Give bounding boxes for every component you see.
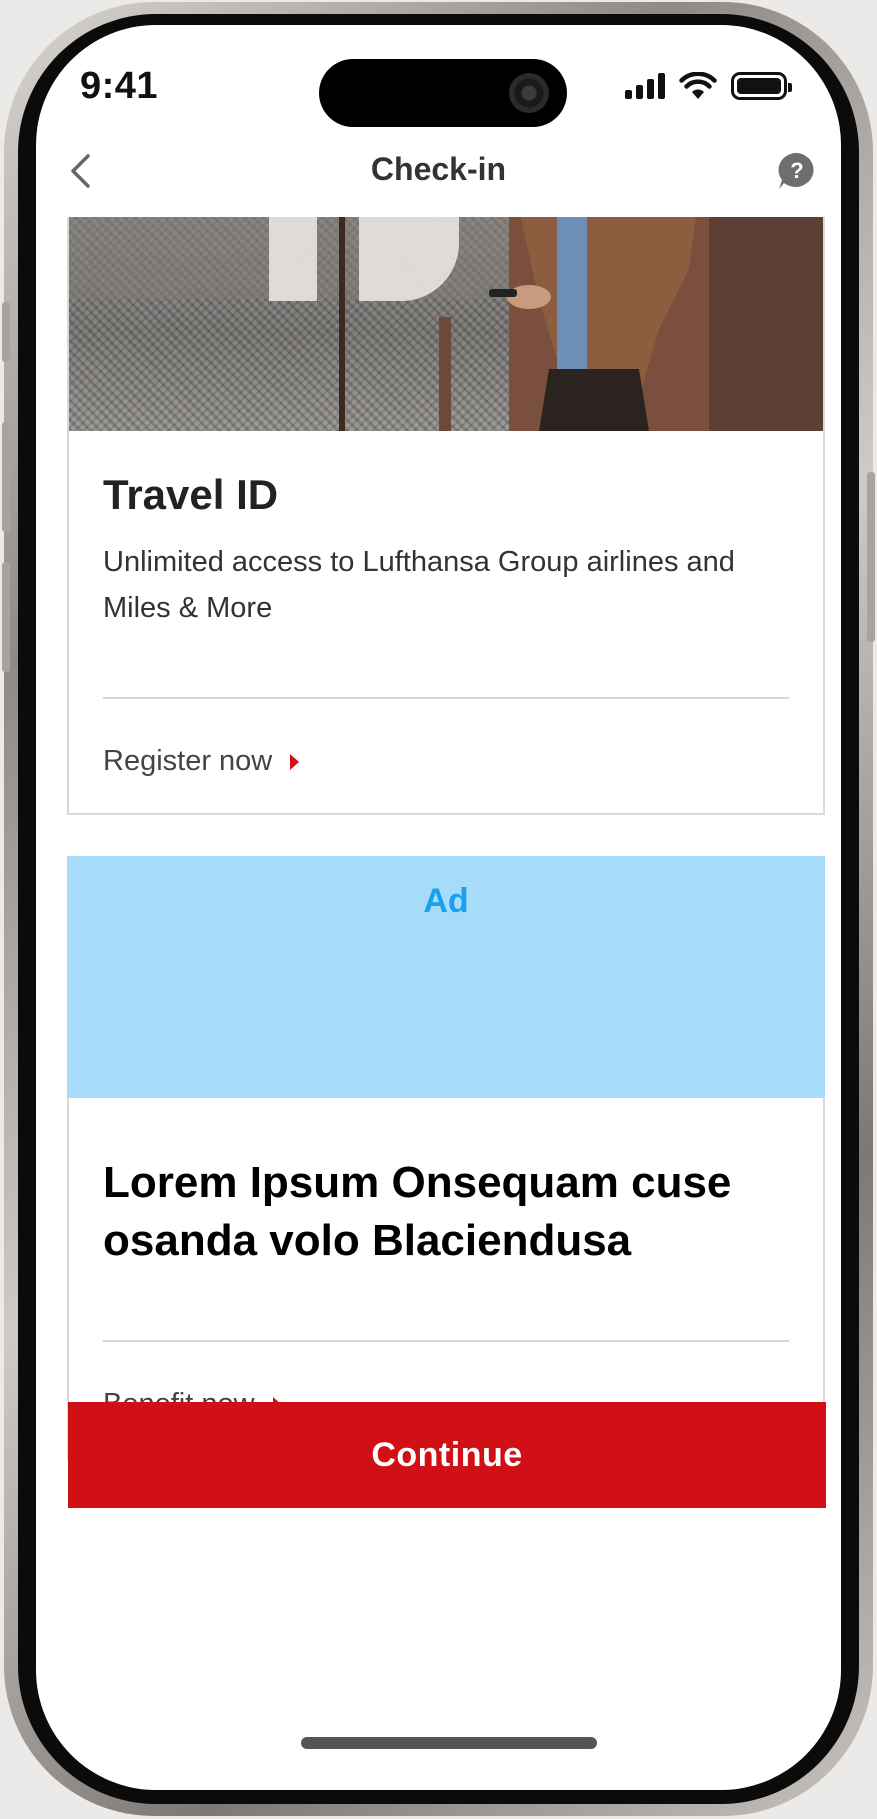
ad-label: Ad <box>423 882 469 920</box>
page-title: Check-in <box>370 151 507 187</box>
card-divider <box>103 1340 789 1342</box>
content-scroll-area[interactable]: ID Travel ID Unlimited access to Lufthan… <box>36 217 841 1790</box>
ad-banner[interactable]: Ad <box>67 856 825 1098</box>
hero-illustration <box>69 217 823 431</box>
battery-icon <box>731 72 792 100</box>
register-now-label: Register now <box>103 745 273 777</box>
volume-down-button <box>2 562 10 672</box>
volume-up-button <box>2 422 10 532</box>
continue-button[interactable]: Continue <box>68 1402 826 1508</box>
caret-right-icon <box>290 753 300 770</box>
travel-id-description: Unlimited access to Lufthansa Group airl… <box>103 546 735 624</box>
register-now-link[interactable]: Register now <box>103 745 300 778</box>
question-bubble-icon: ? <box>778 152 814 189</box>
travel-id-card: ID Travel ID Unlimited access to Lufthan… <box>67 217 825 815</box>
travel-id-hero-image: ID <box>69 217 823 431</box>
status-icons <box>625 69 792 103</box>
phone-screen: 9:41 Check-in ? Travel ID Unlimited acce… <box>36 25 841 1790</box>
status-time: 9:41 <box>80 65 159 107</box>
ad-title: Lorem Ipsum Onsequam cuse osanda volo Bl… <box>103 1158 732 1265</box>
travel-id-title: Travel ID <box>103 471 279 518</box>
dynamic-island <box>319 59 567 127</box>
front-camera-icon <box>509 73 549 113</box>
power-button <box>867 472 875 642</box>
card-divider <box>103 697 789 699</box>
cellular-signal-icon <box>625 73 665 99</box>
wifi-icon <box>679 72 717 99</box>
help-glyph: ? <box>790 158 803 183</box>
home-indicator[interactable] <box>301 1737 597 1749</box>
ad-card: Ad Lorem Ipsum Onsequam cuse osanda volo… <box>67 856 825 1460</box>
action-button <box>2 302 10 362</box>
help-button[interactable]: ? <box>775 150 819 194</box>
